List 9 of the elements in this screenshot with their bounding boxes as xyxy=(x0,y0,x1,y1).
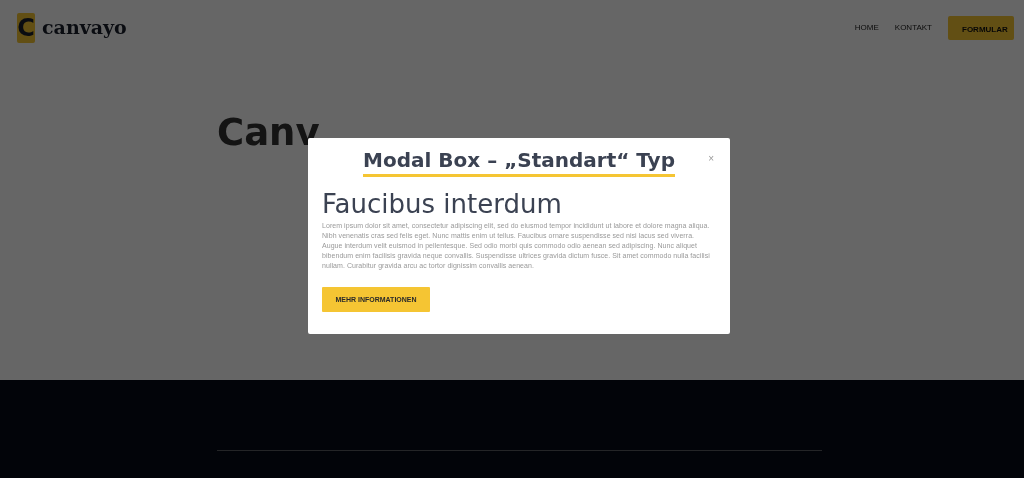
nav-link[interactable]: KONTAKT xyxy=(894,21,932,34)
modal-title: Modal Box – „Standart“ Typ xyxy=(363,148,675,177)
page-heading: Canv xyxy=(217,111,320,156)
logo-icon: C xyxy=(17,12,35,43)
close-button[interactable]: × xyxy=(708,154,714,164)
nav-link[interactable]: HOME xyxy=(854,21,879,34)
modal-heading: Faucibus interdum xyxy=(322,190,563,219)
logo-text: canvayo xyxy=(42,15,127,41)
form-button[interactable]: FORMULAR xyxy=(948,15,1014,40)
